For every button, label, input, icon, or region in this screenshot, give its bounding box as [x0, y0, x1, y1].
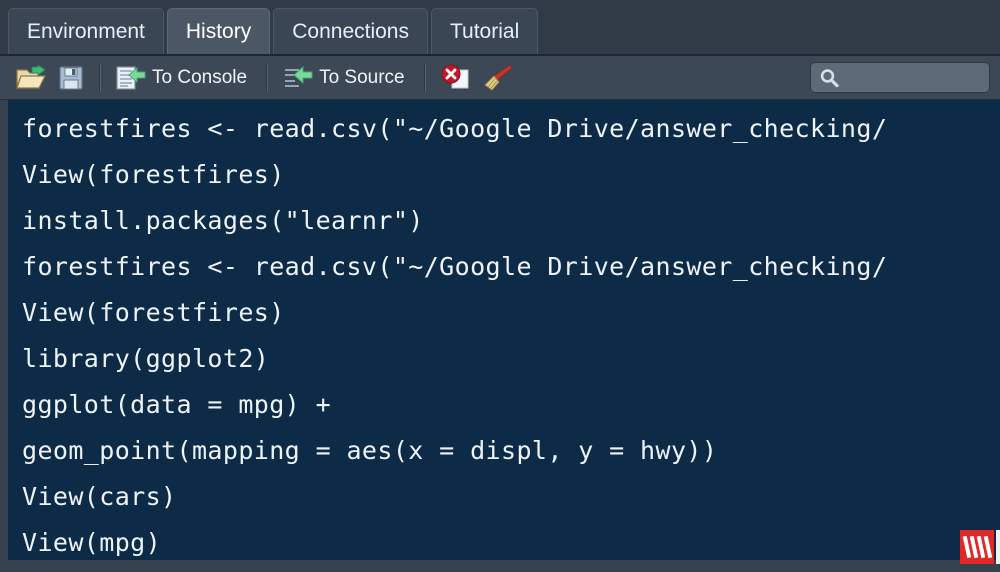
search-box[interactable]	[810, 62, 990, 93]
tab-environment[interactable]: Environment	[8, 8, 164, 54]
list-item[interactable]: View(forestfires)	[22, 152, 1000, 198]
to-console-arrow-icon	[116, 65, 146, 91]
history-toolbar: To Console To Source	[0, 56, 1000, 100]
load-history-button[interactable]	[10, 61, 52, 95]
to-source-arrow-icon	[283, 65, 313, 91]
save-history-button[interactable]	[52, 61, 90, 95]
history-entries[interactable]: forestfires <- read.csv("~/Google Drive/…	[8, 100, 1000, 560]
list-item[interactable]: View(forestfires)	[22, 290, 1000, 336]
clear-all-broom-icon	[483, 63, 513, 92]
tab-connections-label: Connections	[292, 20, 409, 43]
tab-history-label: History	[185, 20, 252, 43]
tab-bar-filler	[541, 8, 1000, 54]
to-console-label: To Console	[152, 67, 248, 88]
history-pane-window: Environment History Connections Tutorial	[0, 0, 1000, 572]
tab-connections[interactable]: Connections	[273, 8, 428, 54]
floppy-disk-icon	[58, 65, 84, 91]
list-item[interactable]: View(cars)	[22, 474, 1000, 520]
search-input[interactable]	[845, 68, 981, 87]
tab-bar: Environment History Connections Tutorial	[0, 0, 1000, 56]
list-item[interactable]: geom_point(mapping = aes(x = displ, y = …	[22, 428, 1000, 474]
search-icon	[819, 68, 839, 88]
list-item[interactable]: install.packages("learnr")	[22, 198, 1000, 244]
tab-environment-label: Environment	[27, 20, 145, 43]
open-folder-icon	[16, 63, 46, 91]
toolbar-separator-3	[423, 63, 426, 92]
list-item[interactable]: forestfires <- read.csv("~/Google Drive/…	[22, 106, 1000, 152]
remove-entry-icon	[441, 64, 471, 92]
to-source-label: To Source	[319, 67, 405, 88]
list-item[interactable]: library(ggplot2)	[22, 336, 1000, 382]
toolbar-separator-1	[99, 63, 101, 92]
to-source-button[interactable]: To Source	[277, 61, 415, 95]
toolbar-separator-2	[266, 63, 269, 92]
list-item[interactable]: View(mpg)	[22, 520, 1000, 560]
search-area	[810, 61, 990, 95]
to-console-button[interactable]: To Console	[110, 61, 257, 95]
tab-tutorial[interactable]: Tutorial	[430, 8, 539, 54]
list-item[interactable]: forestfires <- read.csv("~/Google Drive/…	[22, 244, 1000, 290]
remove-entry-button[interactable]	[435, 61, 477, 95]
list-item[interactable]: ggplot(data = mpg) +	[22, 382, 1000, 428]
clear-all-button[interactable]	[477, 61, 519, 95]
tab-history[interactable]: History	[166, 8, 271, 54]
history-list-pane: forestfires <- read.csv("~/Google Drive/…	[0, 100, 1000, 572]
tab-tutorial-label: Tutorial	[449, 20, 520, 43]
